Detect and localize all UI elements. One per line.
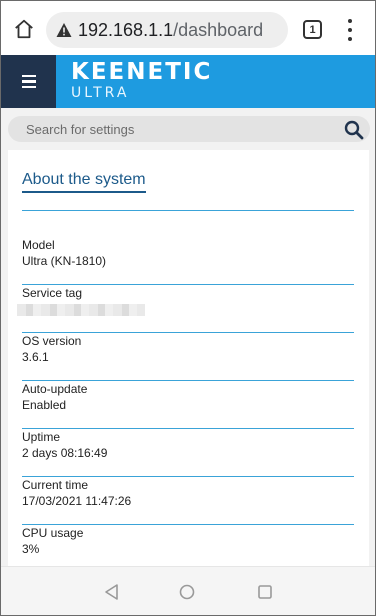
info-label: OS version	[22, 334, 82, 348]
info-label: Uptime	[22, 430, 61, 444]
url-text: 192.168.1.1/dashboard	[78, 20, 263, 41]
home-circle-icon[interactable]	[178, 583, 196, 601]
info-label: Current time	[22, 478, 89, 492]
info-label: Service tag	[22, 286, 83, 300]
search-icon[interactable]	[344, 120, 364, 140]
info-value: 2 days 08:16:49	[22, 446, 108, 460]
info-label: CPU usage	[22, 526, 84, 540]
about-system-card: About the system Model Ultra (KN-1810) S…	[8, 150, 369, 566]
browser-toolbar: 192.168.1.1/dashboard 1	[1, 1, 375, 55]
more-vert-icon[interactable]	[340, 19, 360, 41]
search-input[interactable]	[26, 120, 326, 138]
info-value: 17/03/2021 11:47:26	[22, 494, 132, 508]
info-list: Model Ultra (KN-1810) Service tag OS ver…	[17, 237, 354, 566]
settings-search	[8, 116, 370, 142]
info-item-model: Model Ultra (KN-1810)	[22, 237, 354, 285]
info-item-current-time: Current time 17/03/2021 11:47:26	[22, 477, 354, 525]
home-icon	[15, 19, 33, 39]
info-item-os-version: OS version 3.6.1	[22, 333, 354, 381]
address-bar[interactable]: 192.168.1.1/dashboard	[46, 12, 288, 48]
system-nav-bar	[1, 566, 375, 615]
logo-main-text: KEENETIC	[71, 59, 213, 85]
back-icon[interactable]	[103, 583, 121, 601]
info-label: Auto-update	[22, 382, 88, 396]
logo-sub-text: ULTRA	[71, 85, 130, 101]
info-item-auto-update: Auto-update Enabled	[22, 381, 354, 429]
divider	[22, 210, 354, 211]
info-value: 3%	[22, 542, 40, 556]
warning-icon[interactable]	[56, 22, 72, 38]
info-value: Enabled	[22, 398, 67, 412]
hamburger-icon[interactable]	[1, 55, 56, 108]
info-label: Model	[22, 238, 55, 252]
info-item-cpu-usage: CPU usage 3%	[22, 525, 354, 566]
info-item-uptime: Uptime 2 days 08:16:49	[22, 429, 354, 477]
home-button[interactable]	[11, 16, 37, 42]
url-path: /dashboard	[173, 20, 264, 40]
redacted-value	[17, 304, 145, 316]
info-value: 3.6.1	[22, 350, 49, 364]
recents-icon[interactable]	[256, 583, 274, 601]
info-value: Ultra (KN-1810)	[22, 254, 107, 268]
card-title[interactable]: About the system	[22, 171, 146, 193]
info-item-service-tag: Service tag	[17, 285, 354, 333]
tab-switcher-button[interactable]: 1	[303, 20, 322, 39]
url-host: 192.168.1.1	[78, 20, 174, 40]
logo[interactable]: KEENETIC ULTRA	[71, 59, 212, 101]
app-header: KEENETIC ULTRA	[1, 55, 375, 108]
